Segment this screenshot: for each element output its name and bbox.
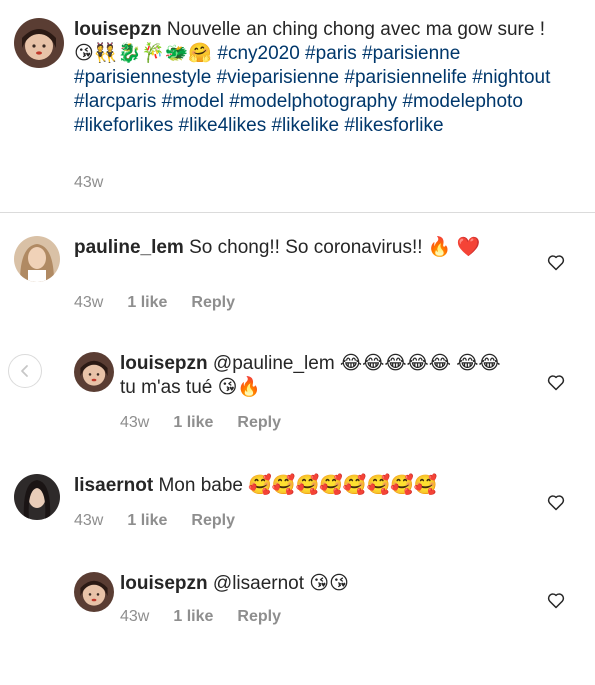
comment-meta: 43w 1 like Reply xyxy=(74,294,235,312)
like-count[interactable]: 1 like xyxy=(127,512,167,530)
reply-item: louisepzn @pauline_lem 😂😂😂😂😂 😂😂 tu m'as … xyxy=(74,352,584,432)
reply-item: louisepzn @lisaernot 😘😘 43w 1 like Reply xyxy=(74,572,584,642)
comment-timestamp: 43w xyxy=(74,294,104,311)
heart-outline-icon[interactable] xyxy=(546,590,566,610)
comment-username[interactable]: lisaernot xyxy=(74,475,153,496)
reply-button[interactable]: Reply xyxy=(191,294,235,312)
comment-timestamp: 43w xyxy=(120,608,150,625)
caption-username[interactable]: louisepzn xyxy=(74,19,162,40)
reply-button[interactable]: Reply xyxy=(191,512,235,530)
comment-text-block: louisepzn @pauline_lem 😂😂😂😂😂 😂😂 tu m'as … xyxy=(120,352,510,400)
comment-text-block: pauline_lem So chong!! So coronavirus!! … xyxy=(74,236,504,260)
comment-item: lisaernot Mon babe 🥰🥰🥰🥰🥰🥰🥰🥰 43w 1 like R… xyxy=(14,474,584,544)
comment-item: pauline_lem So chong!! So coronavirus!! … xyxy=(14,236,584,316)
heart-outline-icon[interactable] xyxy=(546,492,566,512)
like-count[interactable]: 1 like xyxy=(173,414,213,432)
comment-body: So chong!! So coronavirus!! 🔥 ❤️ xyxy=(189,237,481,258)
like-count[interactable]: 1 like xyxy=(127,294,167,312)
comment-meta: 43w 1 like Reply xyxy=(120,608,281,626)
comment-meta: 43w 1 like Reply xyxy=(120,414,281,432)
avatar[interactable] xyxy=(14,236,60,282)
comment-username[interactable]: louisepzn xyxy=(120,353,208,374)
like-count[interactable]: 1 like xyxy=(173,608,213,626)
comment-timestamp: 43w xyxy=(120,414,150,431)
comment-username[interactable]: pauline_lem xyxy=(74,237,184,258)
avatar[interactable] xyxy=(74,572,114,612)
comment-body: Mon babe 🥰🥰🥰🥰🥰🥰🥰🥰 xyxy=(158,475,438,496)
chevron-left-icon[interactable] xyxy=(8,354,42,388)
reply-button[interactable]: Reply xyxy=(237,414,281,432)
caption-timestamp: 43w xyxy=(74,174,104,191)
caption-text-block: louisepzn Nouvelle an ching chong avec m… xyxy=(74,18,554,138)
comment-meta: 43w 1 like Reply xyxy=(74,512,235,530)
heart-outline-icon[interactable] xyxy=(546,252,566,272)
comment-text-block: lisaernot Mon babe 🥰🥰🥰🥰🥰🥰🥰🥰 xyxy=(74,474,504,498)
comment-body: @lisaernot 😘😘 xyxy=(212,573,349,594)
comment-timestamp: 43w xyxy=(74,512,104,529)
reply-button[interactable]: Reply xyxy=(237,608,281,626)
divider xyxy=(0,212,595,213)
avatar[interactable] xyxy=(14,18,64,68)
comment-text-block: louisepzn @lisaernot 😘😘 xyxy=(120,572,510,596)
heart-outline-icon[interactable] xyxy=(546,372,566,392)
comment-username[interactable]: louisepzn xyxy=(120,573,208,594)
avatar[interactable] xyxy=(74,352,114,392)
avatar[interactable] xyxy=(14,474,60,520)
